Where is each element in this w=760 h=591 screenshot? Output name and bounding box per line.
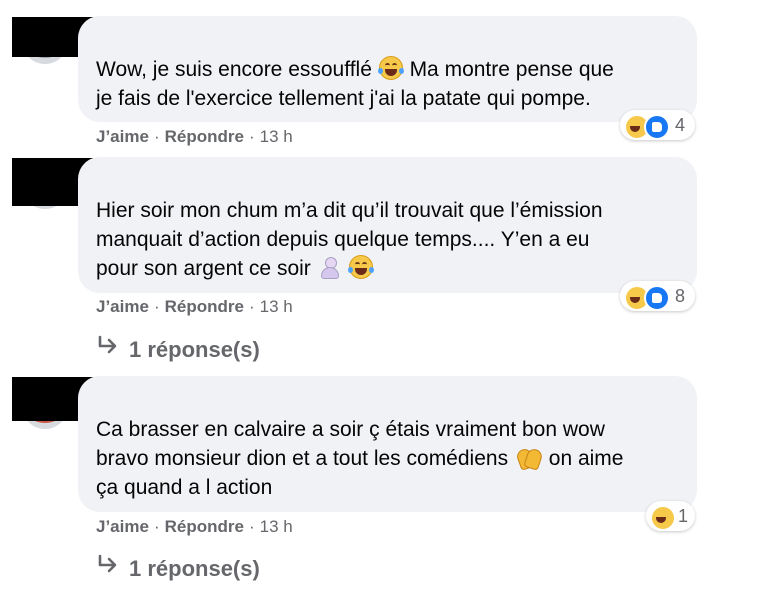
comment-line: ça quand a l action [96,476,273,499]
comment-bubble: Hier soir mon chum m’a dit qu’il trouvai… [78,157,697,293]
comment-bubble: Wow, je suis encore essoufflé Ma montre … [78,16,697,122]
separator: · [153,127,160,146]
reaction-count: 1 [678,506,689,526]
comment-line: Ca brasser en calvaire a soir ç étais vr… [96,418,605,441]
like-link[interactable]: J’aime [96,297,149,316]
reply-arrow-icon [96,335,120,363]
comment-2: Hier soir mon chum m’a dit qu’il trouvai… [0,150,760,370]
comment-text-segment: bravo monsieur dion et a tout les comédi… [96,447,509,470]
view-replies-link[interactable]: 1 réponse(s) [96,335,260,363]
like-icon [644,114,670,140]
comment-line: manquait d’action depuis quelque temps..… [96,228,590,251]
separator: · [153,297,160,316]
view-replies-link[interactable]: 1 réponse(s) [96,554,260,582]
comment-bubble: Ca brasser en calvaire a soir ç étais vr… [78,376,697,512]
comment-actions: J’aime · Répondre · 13 h [96,127,293,147]
separator: · [248,127,255,146]
comment-line: je fais de l'exercice tellement j'ai la … [96,87,591,110]
clapping-hands-icon [514,445,544,471]
like-icon [644,285,670,311]
comment-actions: J’aime · Répondre · 13 h [96,517,293,537]
comment-text-segment: pour son argent ce soir [96,257,311,280]
separator: · [153,517,160,536]
separator: · [248,517,255,536]
facebook-comments-thread: Wow, je suis encore essoufflé Ma montre … [0,0,760,591]
laughing-emoji-icon [348,255,375,279]
separator: · [248,297,255,316]
reactions-summary[interactable]: 8 [620,281,695,311]
reply-link[interactable]: Répondre [165,127,244,146]
timestamp[interactable]: 13 h [260,517,293,536]
timestamp[interactable]: 13 h [260,127,293,146]
laughing-emoji-icon [650,505,676,531]
timestamp[interactable]: 13 h [260,297,293,316]
comment-text: Hier soir mon chum m’a dit qu’il trouvai… [96,196,679,283]
reply-link[interactable]: Répondre [165,297,244,316]
comment-line: Hier soir mon chum m’a dit qu’il trouvai… [96,199,603,222]
laughing-emoji-icon [377,56,404,80]
like-link[interactable]: J’aime [96,517,149,536]
like-link[interactable]: J’aime [96,127,149,146]
comment-text: Wow, je suis encore essoufflé Ma montre … [96,55,679,113]
replies-count: 1 réponse(s) [129,556,260,581]
comment-1: Wow, je suis encore essoufflé Ma montre … [0,0,760,150]
comment-line: bravo monsieur dion et a tout les comédi… [96,444,679,473]
comment-3: Ca brasser en calvaire a soir ç étais vr… [0,370,760,591]
reply-arrow-icon [96,554,120,582]
comment-line: Wow, je suis encore essoufflé Ma montre … [96,55,679,84]
comment-text-segment: on aime [548,447,624,470]
reply-link[interactable]: Répondre [165,517,244,536]
reactions-summary[interactable]: 4 [620,110,695,140]
reaction-count: 4 [675,115,686,135]
reaction-count: 8 [675,286,686,306]
comment-text-segment: Wow, je suis encore essoufflé [96,58,372,81]
person-shrugging-emoji-icon [318,256,342,280]
comment-line: pour son argent ce soir [96,254,679,283]
replies-count: 1 réponse(s) [129,337,260,362]
comment-text-segment: Ma montre pense que [409,58,614,81]
comment-text: Ca brasser en calvaire a soir ç étais vr… [96,415,679,502]
reactions-summary[interactable]: 1 [646,501,695,531]
comment-actions: J’aime · Répondre · 13 h [96,297,293,317]
